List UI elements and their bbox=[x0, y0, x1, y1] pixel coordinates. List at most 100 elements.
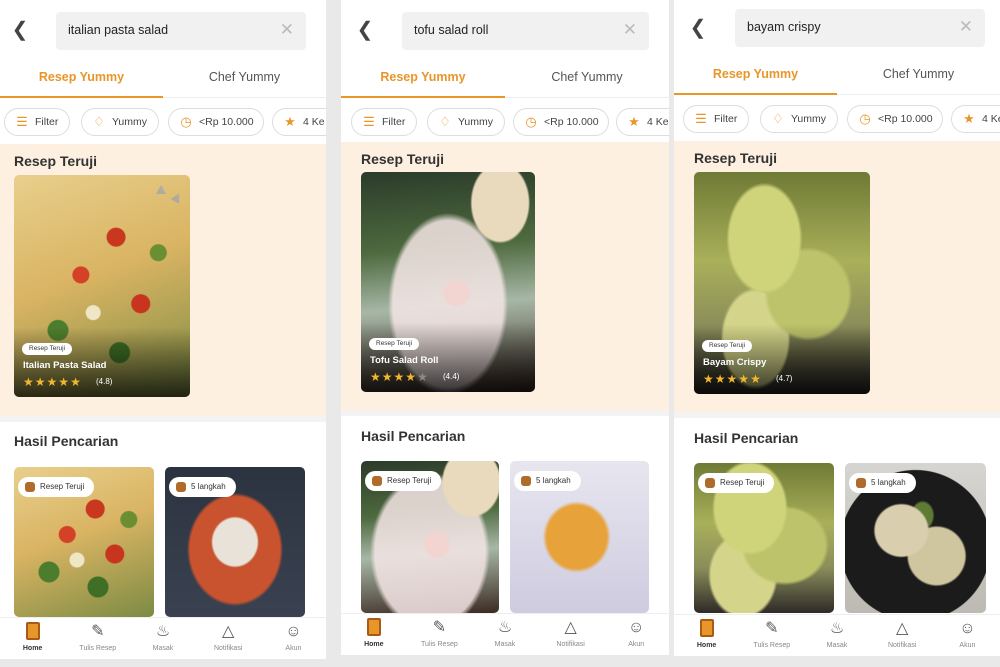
result-card[interactable]: 5 langkah bbox=[845, 463, 986, 613]
pill-label: Resep Teruji bbox=[720, 478, 765, 487]
chip-yummy[interactable]: ♢ Yummy bbox=[760, 105, 838, 133]
result-pill: 5 langkah bbox=[169, 477, 236, 497]
clear-search-icon[interactable]: ✕ bbox=[280, 21, 294, 39]
chip-price[interactable]: ◷ <Rp 10.000 bbox=[513, 108, 609, 136]
nav-label: Akun bbox=[285, 645, 302, 652]
write-recipe-icon: ✎ bbox=[765, 620, 779, 637]
rating-value: (4.8) bbox=[96, 377, 113, 386]
star-icon: ★ bbox=[70, 375, 82, 389]
search-input[interactable]: tofu salad roll ✕ bbox=[402, 12, 649, 50]
nav-label: Notifikasi bbox=[556, 641, 585, 648]
clear-search-icon[interactable]: ✕ bbox=[959, 18, 973, 36]
star-icon: ★ bbox=[23, 375, 35, 389]
back-arrow-icon[interactable]: ❮ bbox=[355, 20, 375, 40]
featured-title: Resep Teruji bbox=[694, 150, 777, 166]
chip-yummy[interactable]: ♢ Yummy bbox=[427, 108, 505, 136]
chip-label: Yummy bbox=[791, 113, 827, 125]
top-bar: ❮ bayam crispy ✕ bbox=[674, 0, 1000, 58]
notification-bell-icon: △ bbox=[222, 623, 235, 640]
nav-notifikasi[interactable]: △ Notifikasi bbox=[870, 619, 935, 649]
clear-search-icon[interactable]: ✕ bbox=[623, 21, 637, 39]
nav-label: Notifikasi bbox=[213, 645, 243, 652]
section-divider bbox=[341, 410, 669, 416]
star-icon: ★ bbox=[703, 372, 715, 386]
result-card[interactable]: 5 langkah bbox=[510, 461, 649, 613]
featured-recipe-card[interactable]: Resep Teruji Italian Pasta Salad ★★★★★ (… bbox=[14, 175, 190, 397]
chip-label: Yummy bbox=[458, 116, 494, 128]
nav-akun[interactable]: ☺ Akun bbox=[935, 619, 1000, 649]
search-input[interactable]: italian pasta salad ✕ bbox=[56, 12, 306, 50]
filter-chips: ☰ Filter ♢ Yummy ◷ <Rp 10.000 ★ 4 Ke bbox=[341, 105, 669, 139]
chip-filter[interactable]: ☰ Filter bbox=[4, 108, 70, 136]
tab-resep-yummy[interactable]: Resep Yummy bbox=[0, 60, 163, 98]
chef-badge-icon bbox=[25, 482, 35, 492]
chip-rating[interactable]: ★ 4 Ke bbox=[616, 108, 669, 136]
nav-label: Tulis Resep bbox=[421, 641, 458, 648]
section-divider bbox=[0, 416, 326, 422]
home-icon bbox=[674, 619, 739, 639]
result-card[interactable]: Resep Teruji bbox=[694, 463, 834, 613]
chip-filter[interactable]: ☰ Filter bbox=[683, 105, 749, 133]
nav-tulis-resep[interactable]: ✎ Tulis Resep bbox=[407, 618, 473, 648]
chip-label: 4 Ke bbox=[303, 116, 325, 128]
chip-yummy[interactable]: ♢ Yummy bbox=[81, 108, 159, 136]
star-icon: ★ bbox=[381, 370, 394, 384]
nav-masak[interactable]: ♨ Masak bbox=[130, 622, 195, 652]
nav-tulis-resep[interactable]: ✎ Tulis Resep bbox=[739, 619, 804, 649]
pill-label: 5 langkah bbox=[536, 476, 571, 485]
chip-price[interactable]: ◷ <Rp 10.000 bbox=[168, 108, 264, 136]
chip-rating[interactable]: ★ 4 Ke bbox=[951, 105, 1000, 133]
back-arrow-icon[interactable]: ❮ bbox=[688, 18, 708, 38]
nav-akun[interactable]: ☺ Akun bbox=[603, 618, 669, 648]
chef-hat-icon: ♢ bbox=[93, 114, 105, 129]
result-card[interactable]: 5 langkah bbox=[165, 467, 305, 617]
tab-bar: Resep Yummy Chef Yummy bbox=[341, 60, 669, 98]
nav-label: Akun bbox=[959, 642, 976, 649]
tab-resep-yummy[interactable]: Resep Yummy bbox=[674, 57, 837, 95]
write-recipe-icon: ✎ bbox=[91, 623, 105, 640]
chip-rating[interactable]: ★ 4 Ke bbox=[272, 108, 326, 136]
chef-hat-icon: ♢ bbox=[439, 114, 451, 129]
notification-bell-icon: △ bbox=[896, 620, 909, 637]
tab-resep-yummy[interactable]: Resep Yummy bbox=[341, 60, 505, 98]
pill-label: Resep Teruji bbox=[40, 482, 85, 491]
star-icon: ★ bbox=[393, 370, 406, 384]
search-input[interactable]: bayam crispy ✕ bbox=[735, 9, 985, 47]
nav-label: Notifikasi bbox=[887, 642, 917, 649]
featured-title: Resep Teruji bbox=[361, 151, 444, 167]
nav-tulis-resep[interactable]: ✎ Tulis Resep bbox=[65, 622, 130, 652]
nav-masak[interactable]: ♨ Masak bbox=[472, 618, 538, 648]
nav-akun[interactable]: ☺ Akun bbox=[261, 622, 326, 652]
nav-masak[interactable]: ♨ Masak bbox=[804, 619, 869, 649]
nav-label: Tulis Resep bbox=[753, 642, 791, 649]
back-arrow-icon[interactable]: ❮ bbox=[10, 20, 30, 40]
featured-recipe-card[interactable]: Resep Teruji Bayam Crispy ★★★★★ (4.7) bbox=[694, 172, 870, 394]
tab-chef-yummy[interactable]: Chef Yummy bbox=[837, 57, 1000, 95]
star-icon: ★ bbox=[738, 372, 751, 386]
results-title: Hasil Pencarian bbox=[694, 430, 799, 446]
write-recipe-icon: ✎ bbox=[432, 619, 447, 636]
tab-chef-yummy[interactable]: Chef Yummy bbox=[163, 60, 326, 98]
chip-label: Filter bbox=[35, 116, 59, 128]
nav-home[interactable]: Home bbox=[341, 618, 407, 648]
result-pill: 5 langkah bbox=[849, 473, 916, 493]
nav-home[interactable]: Home bbox=[674, 619, 739, 649]
featured-recipe-card[interactable]: Resep Teruji Tofu Salad Roll ★★★★★ (4.4) bbox=[361, 172, 535, 392]
bottom-navigation: Home ✎ Tulis Resep ♨ Masak △ Notifikasi ☺ Ak… bbox=[674, 614, 1000, 656]
result-card[interactable]: Resep Teruji bbox=[14, 467, 154, 617]
result-card[interactable]: Resep Teruji bbox=[361, 461, 499, 613]
result-pill: Resep Teruji bbox=[698, 473, 775, 493]
screen-tofu-salad-roll: ❮ tofu salad roll ✕ Resep Yummy Chef Yum… bbox=[341, 0, 669, 667]
nav-notifikasi[interactable]: △ Notifikasi bbox=[196, 622, 261, 652]
nav-notifikasi[interactable]: △ Notifikasi bbox=[538, 618, 604, 648]
notification-bell-icon: △ bbox=[564, 619, 577, 636]
star-icon: ★ bbox=[284, 114, 296, 129]
chip-label: <Rp 10.000 bbox=[878, 113, 933, 125]
results-title: Hasil Pencarian bbox=[361, 428, 466, 444]
nav-home[interactable]: Home bbox=[0, 622, 65, 652]
chip-filter[interactable]: ☰ Filter bbox=[351, 108, 417, 136]
pill-label: 5 langkah bbox=[191, 482, 226, 491]
tab-chef-yummy[interactable]: Chef Yummy bbox=[505, 60, 669, 98]
chip-price[interactable]: ◷ <Rp 10.000 bbox=[847, 105, 943, 133]
featured-title: Resep Teruji bbox=[14, 153, 97, 169]
